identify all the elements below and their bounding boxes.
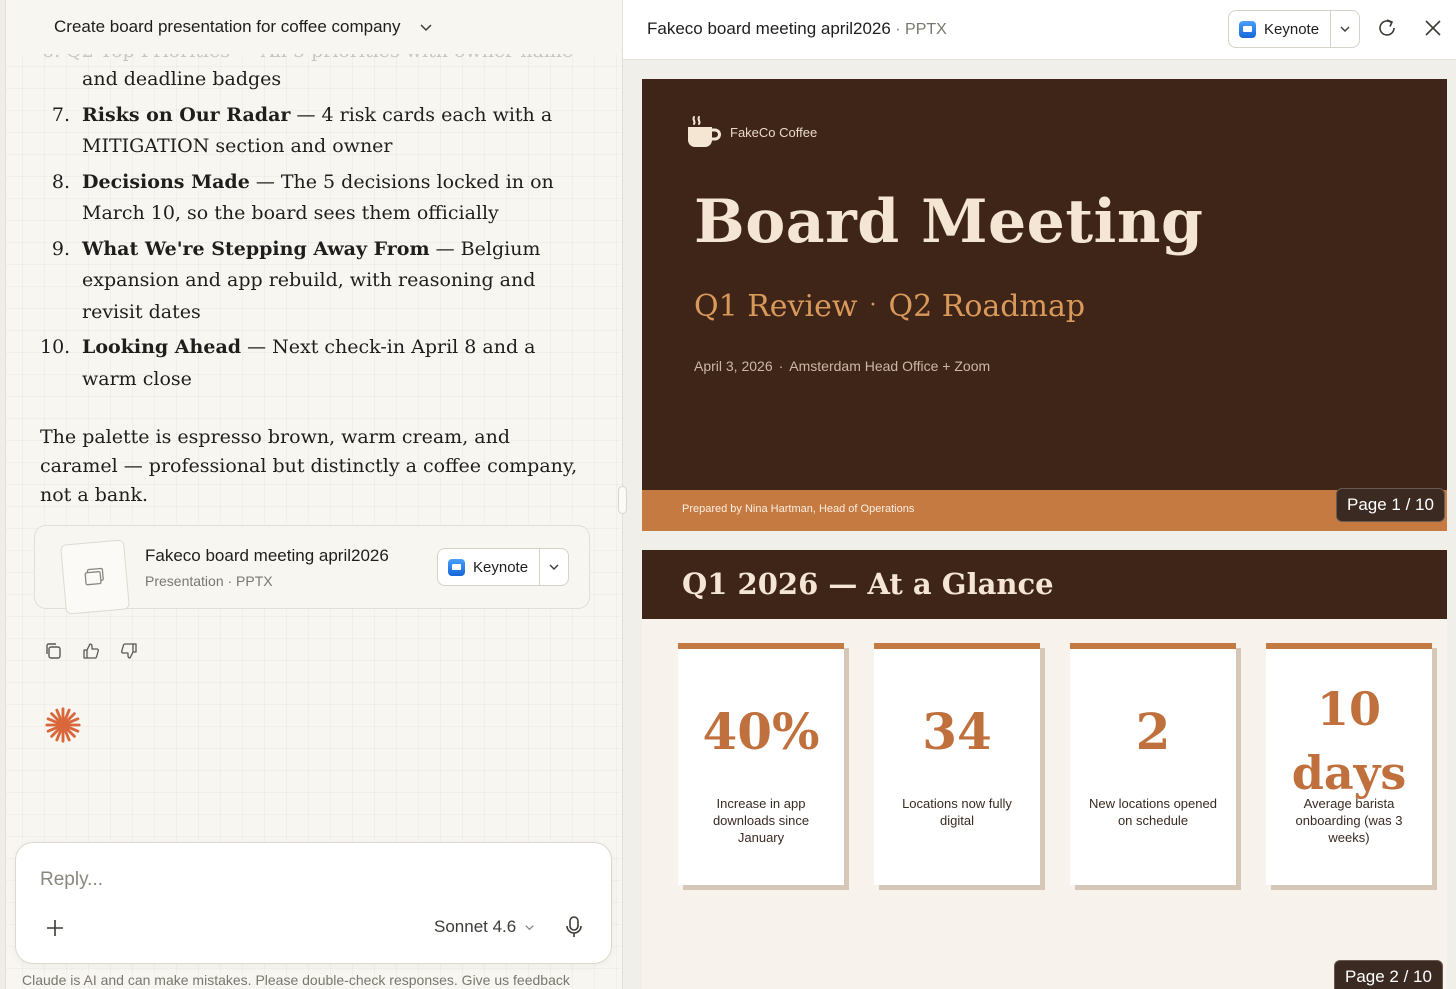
- preview-header: Fakeco board meeting april2026 · PPTX Ke…: [623, 0, 1456, 60]
- slide-2: Q1 2026 — At a Glance 40% Increase in ap…: [642, 550, 1447, 989]
- stat-card: 2 New locations opened on schedule: [1070, 643, 1236, 885]
- reply-input[interactable]: [40, 869, 560, 891]
- plus-icon[interactable]: [44, 917, 66, 939]
- preview-title: Fakeco board meeting april2026 · PPTX: [647, 19, 947, 39]
- list-number: 7.: [51, 103, 70, 126]
- keynote-main-button[interactable]: Keynote: [438, 549, 541, 585]
- list-item: 10. Looking Ahead — Next check-in April …: [40, 332, 580, 395]
- prepared-by: Prepared by Nina Hartman, Head of Operat…: [682, 503, 915, 515]
- message-actions: [44, 642, 138, 660]
- list-number: 8.: [51, 170, 70, 193]
- chevron-down-icon: [549, 564, 559, 570]
- stat-label: New locations opened on schedule: [1089, 796, 1217, 828]
- stat-value: 40%: [702, 702, 820, 761]
- list-item: and deadline badges: [40, 64, 580, 96]
- model-selector[interactable]: Sonnet 4.6: [434, 917, 535, 937]
- stat-value: 2: [1135, 702, 1171, 761]
- artifact-meta: Presentation · PPTX: [145, 573, 273, 589]
- thumbs-down-icon[interactable]: [120, 642, 138, 660]
- keynote-app-icon: [448, 558, 465, 576]
- list-item: 8. Decisions Made — The 5 decisions lock…: [40, 167, 580, 230]
- preview-file-type: · PPTX: [890, 21, 947, 38]
- open-with-dropdown[interactable]: [1331, 11, 1359, 47]
- sidebar-edge: [0, 0, 6, 989]
- chat-pane: 6. Q2 Top Priorities — All 5 priorities …: [0, 0, 623, 989]
- list-number: 10.: [40, 336, 71, 358]
- slide-subtitle: Q1 Review · Q2 Roadmap: [694, 289, 1085, 324]
- chat-title[interactable]: Create board presentation for coffee com…: [54, 17, 401, 37]
- chevron-down-icon: [1340, 26, 1350, 32]
- slide-date: April 3, 2026: [694, 358, 773, 374]
- date-separator: ·: [778, 358, 784, 374]
- list-item-text: and deadline badges: [82, 68, 282, 90]
- slide-brand: FakeCo Coffee: [730, 125, 818, 140]
- stat-card: 10 days Average barista onboarding (was …: [1266, 643, 1432, 885]
- refresh-icon[interactable]: [1376, 17, 1398, 39]
- page-badge: Page 2 / 10: [1334, 960, 1443, 989]
- artifact-name[interactable]: Fakeco board meeting april2026: [145, 546, 389, 566]
- stat-label: Locations now fully digital: [902, 796, 1012, 828]
- stat-card: 40% Increase in app downloads since Janu…: [678, 643, 844, 885]
- list-number: 9.: [51, 237, 70, 260]
- list-item-heading: Decisions Made: [82, 170, 250, 193]
- keynote-app-icon: [1239, 20, 1256, 38]
- artifact-card[interactable]: Fakeco board meeting april2026 Presentat…: [34, 525, 590, 615]
- copy-icon[interactable]: [44, 642, 62, 660]
- chat-title-bar[interactable]: Create board presentation for coffee com…: [6, 0, 622, 54]
- subtitle-part: Q1 Review: [694, 289, 858, 324]
- stat-value: 10 days: [1291, 682, 1407, 800]
- open-with-dropdown[interactable]: [540, 549, 568, 585]
- stat-label: Average barista onboarding (was 3 weeks): [1295, 796, 1403, 845]
- subtitle-separator: ·: [869, 293, 877, 318]
- claude-spark-icon: [45, 707, 81, 743]
- slide-title: Q1 2026 — At a Glance: [682, 567, 1054, 601]
- reply-composer[interactable]: Sonnet 4.6: [15, 842, 612, 964]
- coffee-cup-icon: [688, 116, 721, 147]
- open-in-keynote-button[interactable]: Keynote: [437, 548, 570, 586]
- slide-1: FakeCo Coffee Board Meeting Q1 Review · Q2…: [642, 79, 1447, 531]
- close-icon[interactable]: [1423, 18, 1443, 38]
- page-badge: Page 1 / 10: [1336, 488, 1445, 522]
- disclaimer: Claude is AI and can make mistakes. Plea…: [22, 972, 570, 988]
- preview-file-name: Fakeco board meeting april2026: [647, 19, 891, 38]
- slide-title: Board Meeting: [694, 187, 1204, 257]
- list-item-heading: Looking Ahead: [82, 336, 242, 358]
- model-name[interactable]: Sonnet 4.6: [434, 917, 516, 937]
- assistant-message: and deadline badges 7. Risks on Our Rada…: [40, 38, 580, 510]
- list-item: 9. What We're Stepping Away From — Belgi…: [40, 234, 580, 329]
- slide-header-band: Q1 2026 — At a Glance: [642, 550, 1447, 619]
- chevron-down-icon[interactable]: [419, 20, 433, 34]
- stat-value: 34: [922, 702, 992, 761]
- preview-pane: Fakeco board meeting april2026 · PPTX Ke…: [623, 0, 1456, 989]
- keynote-label: Keynote: [1264, 20, 1320, 38]
- slide-date-location: April 3, 2026 · Amsterdam Head Office + Zo…: [694, 358, 990, 374]
- slide-footer: Prepared by Nina Hartman, Head of Operat…: [642, 490, 1447, 531]
- thumbs-up-icon[interactable]: [82, 642, 100, 660]
- list-item: 7. Risks on Our Radar — 4 risk cards eac…: [40, 100, 580, 163]
- subtitle-part: Q2 Roadmap: [888, 289, 1086, 324]
- stat-card: 34 Locations now fully digital: [874, 643, 1040, 885]
- mic-icon[interactable]: [564, 915, 584, 939]
- presentation-icon: [84, 567, 104, 586]
- list-item-heading: What We're Stepping Away From: [82, 237, 430, 260]
- stat-label: Increase in app downloads since January: [712, 796, 810, 845]
- pane-resize-handle[interactable]: [618, 486, 627, 514]
- keynote-label: Keynote: [473, 558, 529, 576]
- list-item-heading: Risks on Our Radar: [82, 103, 291, 126]
- palette-paragraph: The palette is espresso brown, warm crea…: [40, 426, 578, 506]
- chevron-down-icon[interactable]: [524, 922, 535, 933]
- open-in-keynote-button[interactable]: Keynote: [1228, 10, 1361, 48]
- artifact-thumbnail[interactable]: [60, 539, 130, 615]
- slide-location: Amsterdam Head Office + Zoom: [789, 358, 991, 374]
- keynote-main-button[interactable]: Keynote: [1229, 11, 1332, 47]
